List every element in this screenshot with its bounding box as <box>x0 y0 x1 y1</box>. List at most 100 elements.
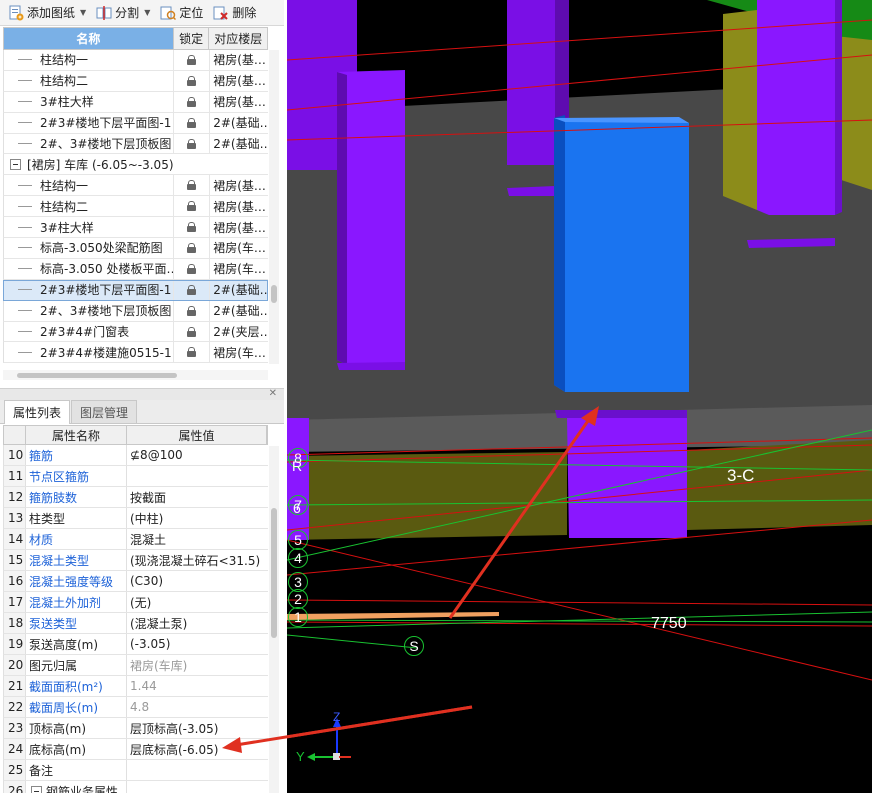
list-item[interactable]: 2#、3#楼地下层顶板图 2#(基础… <box>3 133 268 155</box>
property-row[interactable]: 18 泵送类型 (混凝土泵) <box>3 613 268 634</box>
list-item[interactable]: 标高-3.050 处楼板平面… 裙房(车… <box>3 258 268 280</box>
property-value[interactable]: (中柱) <box>127 508 267 528</box>
lock-icon[interactable] <box>187 75 197 86</box>
property-value[interactable]: 层底标高(-6.05) <box>127 739 267 759</box>
property-row[interactable]: 22 截面周长(m) 4.8 <box>3 697 268 718</box>
lock-icon[interactable] <box>187 96 197 107</box>
lock-cell[interactable] <box>174 258 211 279</box>
property-value[interactable] <box>127 760 267 780</box>
grid-axis-2[interactable]: 2 <box>288 589 308 609</box>
property-row[interactable]: 25 备注 <box>3 760 268 781</box>
lock-icon[interactable] <box>187 180 197 191</box>
property-value[interactable]: 4.8 <box>127 697 267 717</box>
lock-cell[interactable] <box>174 112 211 133</box>
list-item[interactable]: 2#3#4#楼建施0515-1… 裙房(车… <box>3 342 268 364</box>
list-item[interactable]: 柱结构一 裙房(基… <box>3 50 268 71</box>
list-item[interactable]: 标高-3.050处梁配筋图 裙房(车… <box>3 238 268 259</box>
lock-cell[interactable] <box>174 133 211 154</box>
3d-viewport[interactable]: 3-C 7750 S 8 R 7 6 5 4 3 2 1 Z Y <box>287 0 872 793</box>
collapse-icon[interactable] <box>31 785 42 793</box>
selected-column[interactable] <box>554 118 689 392</box>
lock-cell[interactable] <box>174 196 211 217</box>
lock-icon[interactable] <box>187 222 197 233</box>
property-value[interactable]: 裙房(车库) <box>127 655 267 675</box>
grid-axis-6[interactable]: 6 <box>293 500 301 516</box>
drawing-list-hscroll[interactable] <box>3 370 268 380</box>
lock-icon[interactable] <box>187 263 197 274</box>
list-item[interactable]: 3#柱大样 裙房(基… <box>3 91 268 113</box>
drawing-list-vscroll[interactable] <box>269 50 279 364</box>
grid-axis-s[interactable]: S <box>404 636 424 656</box>
lock-cell[interactable] <box>174 175 211 196</box>
split-button[interactable]: 分割 ▼ <box>94 2 156 24</box>
lock-cell[interactable] <box>174 50 211 70</box>
property-row[interactable]: 16 混凝土强度等级 (C30) <box>3 571 268 592</box>
lock-icon[interactable] <box>187 347 197 358</box>
property-row[interactable]: 15 混凝土类型 (现浇混凝土碎石<31.5) <box>3 550 268 571</box>
property-value[interactable] <box>127 466 267 486</box>
list-item[interactable]: 2#3#楼地下层平面图-1 2#(基础… <box>3 279 268 301</box>
property-value[interactable]: 1.44 <box>127 676 267 696</box>
chevron-down-icon[interactable]: ▼ <box>80 8 86 17</box>
property-row[interactable]: 13 柱类型 (中柱) <box>3 508 268 529</box>
scroll-thumb[interactable] <box>17 373 177 378</box>
list-item[interactable]: 3#柱大样 裙房(基… <box>3 217 268 239</box>
property-value[interactable]: 混凝土 <box>127 529 267 549</box>
lock-cell[interactable] <box>174 91 211 112</box>
property-value[interactable]: ⊈8@100 <box>127 445 267 465</box>
property-value[interactable] <box>127 781 267 793</box>
lock-cell[interactable] <box>174 300 211 321</box>
grid-axis-1[interactable]: 1 <box>288 607 308 627</box>
lock-cell[interactable] <box>174 279 211 300</box>
lock-cell[interactable] <box>174 217 211 238</box>
lock-icon[interactable] <box>187 242 197 253</box>
column-header-name[interactable]: 名称 <box>4 28 174 49</box>
property-value[interactable]: 层顶标高(-3.05) <box>127 718 267 738</box>
tab-layers[interactable]: 图层管理 <box>71 400 138 423</box>
lock-icon[interactable] <box>187 201 197 212</box>
lock-icon[interactable] <box>187 117 197 128</box>
list-item[interactable]: 2#3#楼地下层平面图-1 2#(基础… <box>3 112 268 134</box>
collapse-icon[interactable] <box>10 158 21 170</box>
property-value[interactable]: (-3.05) <box>127 634 267 654</box>
column-header-floor[interactable]: 对应楼层 <box>209 28 267 49</box>
add-drawing-button[interactable]: 添加图纸 ▼ <box>6 2 92 24</box>
lock-icon[interactable] <box>187 305 197 316</box>
lock-icon[interactable] <box>187 54 197 65</box>
chevron-down-icon[interactable]: ▼ <box>144 8 150 17</box>
lock-cell[interactable] <box>174 238 211 258</box>
property-value[interactable]: (无) <box>127 592 267 612</box>
list-item[interactable]: 柱结构二 裙房(基… <box>3 196 268 218</box>
property-row[interactable]: 12 箍筋肢数 按截面 <box>3 487 268 508</box>
property-row[interactable]: 14 材质 混凝土 <box>3 529 268 550</box>
lock-cell[interactable] <box>174 70 211 91</box>
property-row[interactable]: 21 截面面积(m²) 1.44 <box>3 676 268 697</box>
property-vscroll[interactable] <box>269 446 279 793</box>
lock-icon[interactable] <box>187 138 197 149</box>
column-header-lock[interactable]: 锁定 <box>174 28 210 49</box>
property-value[interactable]: (C30) <box>127 571 267 591</box>
list-item[interactable]: 柱结构二 裙房(基… <box>3 70 268 92</box>
grid-axis-4[interactable]: 4 <box>288 548 308 568</box>
list-item[interactable]: 柱结构一 裙房(基… <box>3 175 268 197</box>
delete-button[interactable]: 删除 <box>211 2 262 24</box>
tree-group[interactable]: [裙房] 车库 (-6.05~-3.05) <box>3 154 268 176</box>
property-row[interactable]: 23 顶标高(m) 层顶标高(-3.05) <box>3 718 268 739</box>
list-item[interactable]: 2#、3#楼地下层顶板图 2#(基础… <box>3 300 268 322</box>
lock-cell[interactable] <box>174 321 211 342</box>
tab-properties[interactable]: 属性列表 <box>4 400 71 424</box>
property-row[interactable]: 24 底标高(m) 层底标高(-6.05) <box>3 739 268 760</box>
scroll-thumb[interactable] <box>271 508 277 638</box>
scroll-thumb[interactable] <box>271 285 277 303</box>
property-row[interactable]: 20 图元归属 裙房(车库) <box>3 655 268 676</box>
property-value[interactable]: (现浇混凝土碎石<31.5) <box>127 550 267 570</box>
locate-button[interactable]: 定位 <box>158 2 209 24</box>
property-row[interactable]: 19 泵送高度(m) (-3.05) <box>3 634 268 655</box>
property-value[interactable]: 按截面 <box>127 487 267 507</box>
lock-cell[interactable] <box>174 342 211 363</box>
property-row[interactable]: 11 节点区箍筋 <box>3 466 268 487</box>
list-item[interactable]: 2#3#4#门窗表 2#(夹层… <box>3 321 268 343</box>
lock-icon[interactable] <box>187 326 197 337</box>
lock-icon[interactable] <box>187 284 197 295</box>
panel-splitter[interactable]: ✕ <box>0 388 284 400</box>
